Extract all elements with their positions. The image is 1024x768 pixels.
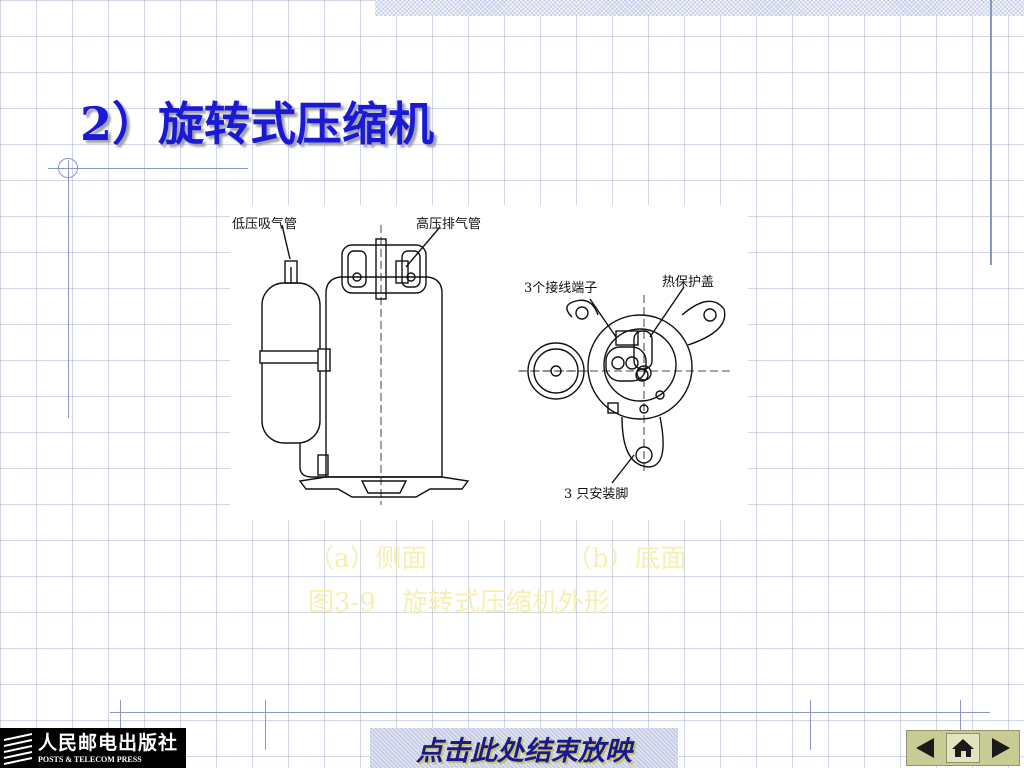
figure-caption-title: 图3-9 旋转式压缩机外形: [308, 588, 610, 618]
triangle-left-icon: [916, 738, 934, 758]
title-underline-decoration: [48, 168, 248, 169]
bottom-decorative-tick: [810, 700, 811, 750]
compressor-figure: 低压吸气管 高压排气管 3个接线端子 热保护盖 3 只安装脚: [230, 205, 748, 520]
compressor-shell: [325, 276, 443, 478]
home-icon: [952, 739, 974, 757]
next-slide-button[interactable]: [986, 734, 1016, 762]
publisher-emblem-icon: [3, 733, 33, 765]
title-circle-decoration: [58, 158, 78, 178]
triangle-right-icon: [992, 738, 1010, 758]
mount-foot-right: [681, 300, 726, 346]
compressor-top: [341, 244, 427, 294]
slide-navigation: [906, 730, 1020, 766]
top-decorative-bar: [375, 0, 1024, 16]
end-slideshow-label: 点击此处结束放映: [416, 735, 632, 767]
publisher-name-en: POSTS & TELECOM PRESS: [38, 754, 142, 764]
thermal-cover-shape: [633, 330, 653, 370]
label-high-pressure-discharge: 高压排气管: [416, 217, 482, 232]
label-thermal-cover: 热保护盖: [662, 275, 715, 290]
slide-title: 2）旋转式压缩机: [80, 97, 435, 151]
previous-slide-button[interactable]: [910, 734, 940, 762]
compressor-drawing: [259, 224, 730, 505]
caption-side-view: （a）侧面: [308, 544, 428, 574]
publisher-name-cn: 人民邮电出版社: [38, 731, 179, 754]
label-terminals: 3个接线端子: [524, 281, 598, 296]
suction-tube: [299, 443, 326, 478]
compressor-base: [298, 476, 470, 498]
label-low-pressure-suction: 低压吸气管: [232, 217, 298, 232]
label-mount-feet: 3 只安装脚: [564, 487, 629, 502]
home-slide-button[interactable]: [946, 733, 980, 763]
end-slideshow-button[interactable]: 点击此处结束放映: [370, 728, 678, 768]
decorative-vertical-line: [990, 0, 992, 265]
mount-foot-bottom: [621, 416, 664, 468]
title-vertical-decoration: [68, 160, 69, 418]
bottom-decorative-tick: [265, 700, 266, 750]
caption-bottom-view: （b）底面: [566, 544, 687, 574]
bottom-decorative-line: [110, 712, 990, 713]
publisher-logo: 人民邮电出版社 POSTS & TELECOM PRESS: [0, 728, 186, 768]
accumulator-clamp: [259, 350, 323, 364]
